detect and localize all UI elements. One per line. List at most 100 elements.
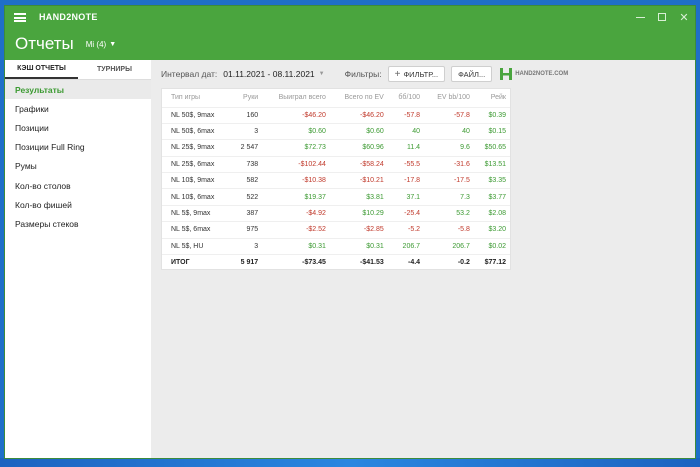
table-cell: 11.4 (387, 139, 425, 157)
table-cell: 387 (230, 204, 263, 222)
app-title: HAND2NOTE (39, 12, 98, 22)
table-cell: $0.39 (473, 106, 510, 124)
app-window: HAND2NOTE ✕ Отчеты Mi (4) ▼ КЭШ ОТЧЕТЫ Т… (4, 5, 696, 459)
title-bar: HAND2NOTE ✕ (5, 6, 695, 28)
total-cell: 5 917 (230, 254, 263, 271)
table-cell: -$2.85 (329, 221, 388, 239)
sidebar-item-rooms[interactable]: Румы (5, 157, 151, 176)
table-cell: -17.5 (424, 172, 474, 189)
tab-cash-reports[interactable]: КЭШ ОТЧЕТЫ (5, 60, 78, 79)
hand2note-logo: HAND2NOTE.COM (500, 68, 568, 80)
table-row[interactable]: NL 50$, 9max 160 -$46.20 -$46.20 -57.8 -57.8 $… (162, 106, 510, 124)
sidebar-item-chip-count[interactable]: Кол-во фишей (5, 195, 151, 214)
table-cell: 40 (387, 122, 425, 140)
column-header[interactable]: Тип игры (162, 89, 231, 107)
sidebar-tabs: КЭШ ОТЧЕТЫ ТУРНИРЫ (5, 60, 151, 80)
table-cell: 206.7 (387, 237, 425, 255)
column-header[interactable]: Выиграл всего (262, 89, 330, 107)
table-row[interactable]: NL 25$, 6max 738 -$102.44 -$58.24 -55.5 -31.6… (162, 155, 510, 173)
table-cell: -5.2 (387, 221, 425, 239)
close-icon[interactable]: ✕ (673, 6, 695, 28)
filters-label: Фильтры: (344, 69, 382, 79)
filter-bar: Интервал дат: 01.11.2021 - 08.11.2021 ▼ … (151, 60, 695, 88)
table-cell: NL 50$, 9max (162, 106, 231, 124)
table-row[interactable]: NL 5$, HU 3 $0.31 $0.31 206.7 206.7 $0.02 (162, 237, 510, 255)
table-cell: $0.02 (473, 237, 510, 255)
sidebar-item-positions[interactable]: Позиции (5, 118, 151, 137)
menu-icon[interactable] (5, 6, 35, 28)
table-cell: $2.08 (473, 204, 510, 222)
table-cell: -$46.20 (262, 106, 330, 124)
table-header-row: Тип игры Руки Выиграл всего Всего по EV бб/1… (162, 89, 510, 107)
table-cell: NL 5$, 9max (162, 204, 231, 222)
table-cell: 9.6 (424, 139, 474, 157)
sidebar-item-positions-full-ring[interactable]: Позиции Full Ring (5, 138, 151, 157)
filter-button-label: ФИЛЬТР... (403, 69, 439, 79)
table-row[interactable]: NL 50$, 6max 3 $0.60 $0.60 40 40 $0.15 (162, 122, 510, 140)
table-cell: -57.8 (387, 106, 425, 124)
table-cell: $0.60 (329, 122, 388, 140)
table-cell: 975 (230, 221, 263, 239)
column-header[interactable]: бб/100 (388, 89, 424, 107)
table-cell: $3.20 (473, 221, 510, 239)
table-row[interactable]: NL 5$, 6max 975 -$2.52 -$2.85 -5.2 -5.8 $3.20 (162, 221, 510, 239)
table-row[interactable]: NL 25$, 9max 2 547 $72.73 $60.96 11.4 9.6 $50.… (162, 139, 510, 157)
table-row[interactable]: NL 5$, 9max 387 -$4.92 $10.29 -25.4 53.2 $2.08 (162, 204, 510, 222)
date-interval-label: Интервал дат: (161, 69, 218, 79)
table-cell: $3.81 (329, 188, 388, 206)
table-cell: 522 (230, 188, 263, 206)
table-cell: NL 10$, 9max (162, 172, 231, 189)
table-row[interactable]: NL 10$, 9max 582 -$10.38 -$10.21 -17.8 -17.5 $… (162, 172, 510, 189)
total-cell: -$41.53 (329, 254, 388, 271)
table-cell: NL 25$, 6max (162, 155, 231, 173)
column-header[interactable]: EV bb/100 (424, 89, 474, 107)
tab-tournaments[interactable]: ТУРНИРЫ (78, 60, 151, 79)
column-header[interactable]: Руки (231, 89, 262, 107)
window-controls: ✕ (629, 6, 695, 28)
table-cell: 160 (230, 106, 263, 124)
chevron-down-icon[interactable]: ▼ (319, 71, 325, 77)
table-cell: -57.8 (424, 106, 474, 124)
table-cell: 7.3 (424, 188, 474, 206)
main-content: Интервал дат: 01.11.2021 - 08.11.2021 ▼ … (151, 60, 695, 458)
table-cell: NL 25$, 9max (162, 139, 231, 157)
plus-icon: + (394, 68, 401, 80)
table-cell: -$2.52 (262, 221, 330, 239)
sidebar-list: Результаты Графики Позиции Позиции Full … (5, 80, 151, 234)
sidebar-item-stack-sizes[interactable]: Размеры стеков (5, 214, 151, 233)
chevron-down-icon: ▼ (109, 40, 117, 48)
table-cell: NL 5$, 6max (162, 221, 231, 239)
column-header[interactable]: Всего по EV (330, 89, 388, 107)
column-header[interactable]: Рейк (474, 89, 510, 107)
table-cell: 582 (230, 172, 263, 189)
date-range-picker[interactable]: 01.11.2021 - 08.11.2021 (223, 69, 314, 79)
logo-text: HAND2NOTE.COM (515, 71, 569, 77)
total-cell: $77.12 (473, 254, 510, 271)
results-table: Тип игры Руки Выиграл всего Всего по EV бб/1… (162, 89, 510, 271)
sidebar-item-table-count[interactable]: Кол-во столов (5, 176, 151, 195)
sidebar-item-graphs[interactable]: Графики (5, 99, 151, 118)
table-cell: $50.65 (473, 139, 510, 157)
table-cell: 2 547 (230, 139, 263, 157)
table-cell: $72.73 (262, 139, 330, 157)
table-cell: -$10.21 (329, 172, 388, 189)
table-cell: $13.51 (473, 155, 510, 173)
results-table-card: Тип игры Руки Выиграл всего Всего по EV бб/1… (161, 88, 511, 271)
table-cell: -17.8 (387, 172, 425, 189)
table-cell: 40 (424, 122, 474, 140)
table-cell: NL 5$, HU (162, 237, 231, 255)
file-button[interactable]: ФАЙЛ... (451, 66, 493, 82)
table-row[interactable]: NL 10$, 6max 522 $19.37 $3.81 37.1 7.3 $3.77 (162, 188, 510, 206)
table-cell: 3 (230, 122, 263, 140)
sidebar-item-results[interactable]: Результаты (5, 80, 151, 100)
table-cell: $0.60 (262, 122, 330, 140)
table-cell: -55.5 (387, 155, 425, 173)
filter-button[interactable]: + ФИЛЬТР... (387, 66, 446, 82)
table-cell: $0.15 (473, 122, 510, 140)
minimize-icon[interactable] (629, 6, 651, 28)
table-cell: $3.77 (473, 188, 510, 206)
table-cell: $19.37 (262, 188, 330, 206)
player-selector[interactable]: Mi (4) ▼ (86, 40, 116, 49)
hand2note-logo-icon (500, 68, 513, 80)
maximize-icon[interactable] (651, 6, 673, 28)
